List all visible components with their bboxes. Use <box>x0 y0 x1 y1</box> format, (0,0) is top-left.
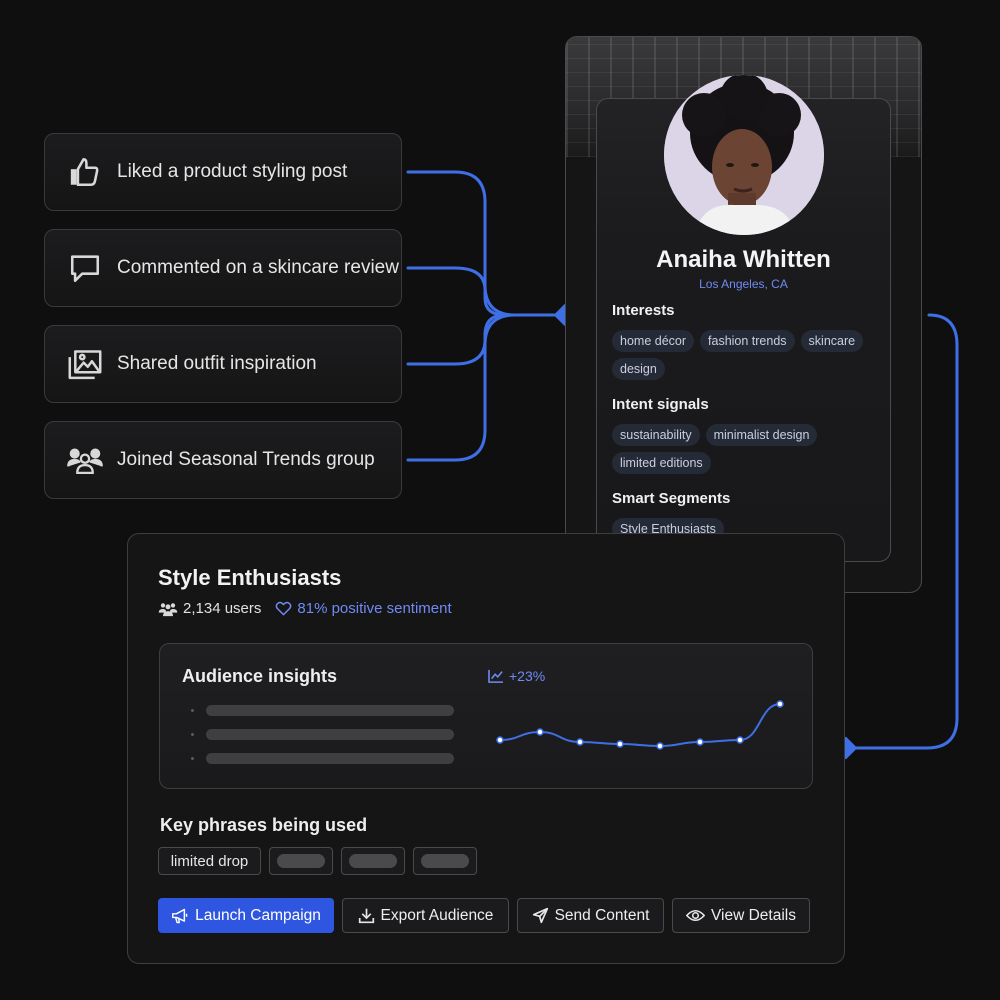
megaphone-icon <box>171 908 189 924</box>
data-point <box>496 736 504 744</box>
placeholder-line <box>206 729 454 740</box>
eye-icon <box>685 908 705 923</box>
data-point <box>576 738 584 746</box>
placeholder-line <box>206 705 454 716</box>
trend-chart-icon <box>488 669 504 683</box>
phrase-placeholder <box>413 847 477 875</box>
heart-icon <box>275 601 292 616</box>
intent-tags: sustainability minimalist design limited… <box>612 424 880 474</box>
bullet <box>191 757 194 760</box>
segments-title: Smart Segments <box>612 490 731 507</box>
interest-tag[interactable]: home décor <box>612 330 695 352</box>
intent-tag[interactable]: limited editions <box>612 452 711 474</box>
placeholder-pill <box>349 854 397 868</box>
interests-tags: home décor fashion trends skincare desig… <box>612 330 880 380</box>
gallery-icon <box>67 346 103 382</box>
data-point <box>776 700 784 708</box>
send-content-button[interactable]: Send Content <box>517 898 664 933</box>
export-audience-button[interactable]: Export Audience <box>342 898 509 933</box>
trend-value: +23% <box>509 668 546 684</box>
export-audience-label: Export Audience <box>380 906 494 924</box>
comment-icon <box>67 250 103 286</box>
phrase-tag[interactable]: limited drop <box>158 847 261 875</box>
launch-campaign-button[interactable]: Launch Campaign <box>158 898 334 933</box>
trend-indicator: +23% <box>488 668 545 684</box>
send-content-label: Send Content <box>554 906 650 924</box>
users-icon <box>158 601 178 617</box>
key-phrases-title: Key phrases being used <box>160 815 368 835</box>
intent-tag[interactable]: minimalist design <box>705 424 818 446</box>
view-details-label: View Details <box>710 906 796 924</box>
interest-tag[interactable]: skincare <box>800 330 864 352</box>
data-point <box>536 728 544 736</box>
activity-text: Shared outfit inspiration <box>117 353 317 374</box>
sentiment-text: 81% positive sentiment <box>297 600 452 617</box>
activity-commented[interactable]: Commented on a skincare review <box>44 229 402 307</box>
view-details-button[interactable]: View Details <box>672 898 810 933</box>
intent-tag[interactable]: sustainability <box>612 424 700 446</box>
segment-meta: 2,134 users 81% positive sentiment <box>158 600 452 617</box>
profile-location: Los Angeles, CA <box>699 277 788 291</box>
profile-name: Anaiha Whitten <box>656 246 831 273</box>
interest-tag[interactable]: fashion trends <box>700 330 795 352</box>
launch-campaign-label: Launch Campaign <box>195 906 321 924</box>
activity-shared[interactable]: Shared outfit inspiration <box>44 325 402 403</box>
intent-title: Intent signals <box>612 396 709 413</box>
phrase-placeholder <box>341 847 405 875</box>
placeholder-pill <box>277 854 325 868</box>
activity-text: Liked a product styling post <box>117 161 348 182</box>
data-point <box>616 740 624 748</box>
data-point <box>656 742 664 750</box>
segment-title: Style Enthusiasts <box>158 565 342 590</box>
thumbs-up-icon <box>67 154 103 190</box>
phrase-text: limited drop <box>170 852 249 870</box>
activity-text: Joined Seasonal Trends group <box>117 449 375 470</box>
interest-tag[interactable]: design <box>612 358 665 380</box>
activity-text: Commented on a skincare review <box>117 257 399 278</box>
placeholder-pill <box>421 854 469 868</box>
insights-line-chart <box>496 700 784 750</box>
interests-title: Interests <box>612 302 675 319</box>
download-icon <box>358 907 375 924</box>
group-icon <box>67 442 103 478</box>
avatar <box>664 75 824 235</box>
insights-title: Audience insights <box>182 666 338 686</box>
send-icon <box>532 907 549 924</box>
data-point <box>696 738 704 746</box>
bullet <box>191 709 194 712</box>
activity-joined-group[interactable]: Joined Seasonal Trends group <box>44 421 402 499</box>
users-count: 2,134 users <box>183 600 262 617</box>
phrase-placeholder <box>269 847 333 875</box>
activity-liked-post[interactable]: Liked a product styling post <box>44 133 402 211</box>
placeholder-line <box>206 753 454 764</box>
data-point <box>736 736 744 744</box>
bullet <box>191 733 194 736</box>
